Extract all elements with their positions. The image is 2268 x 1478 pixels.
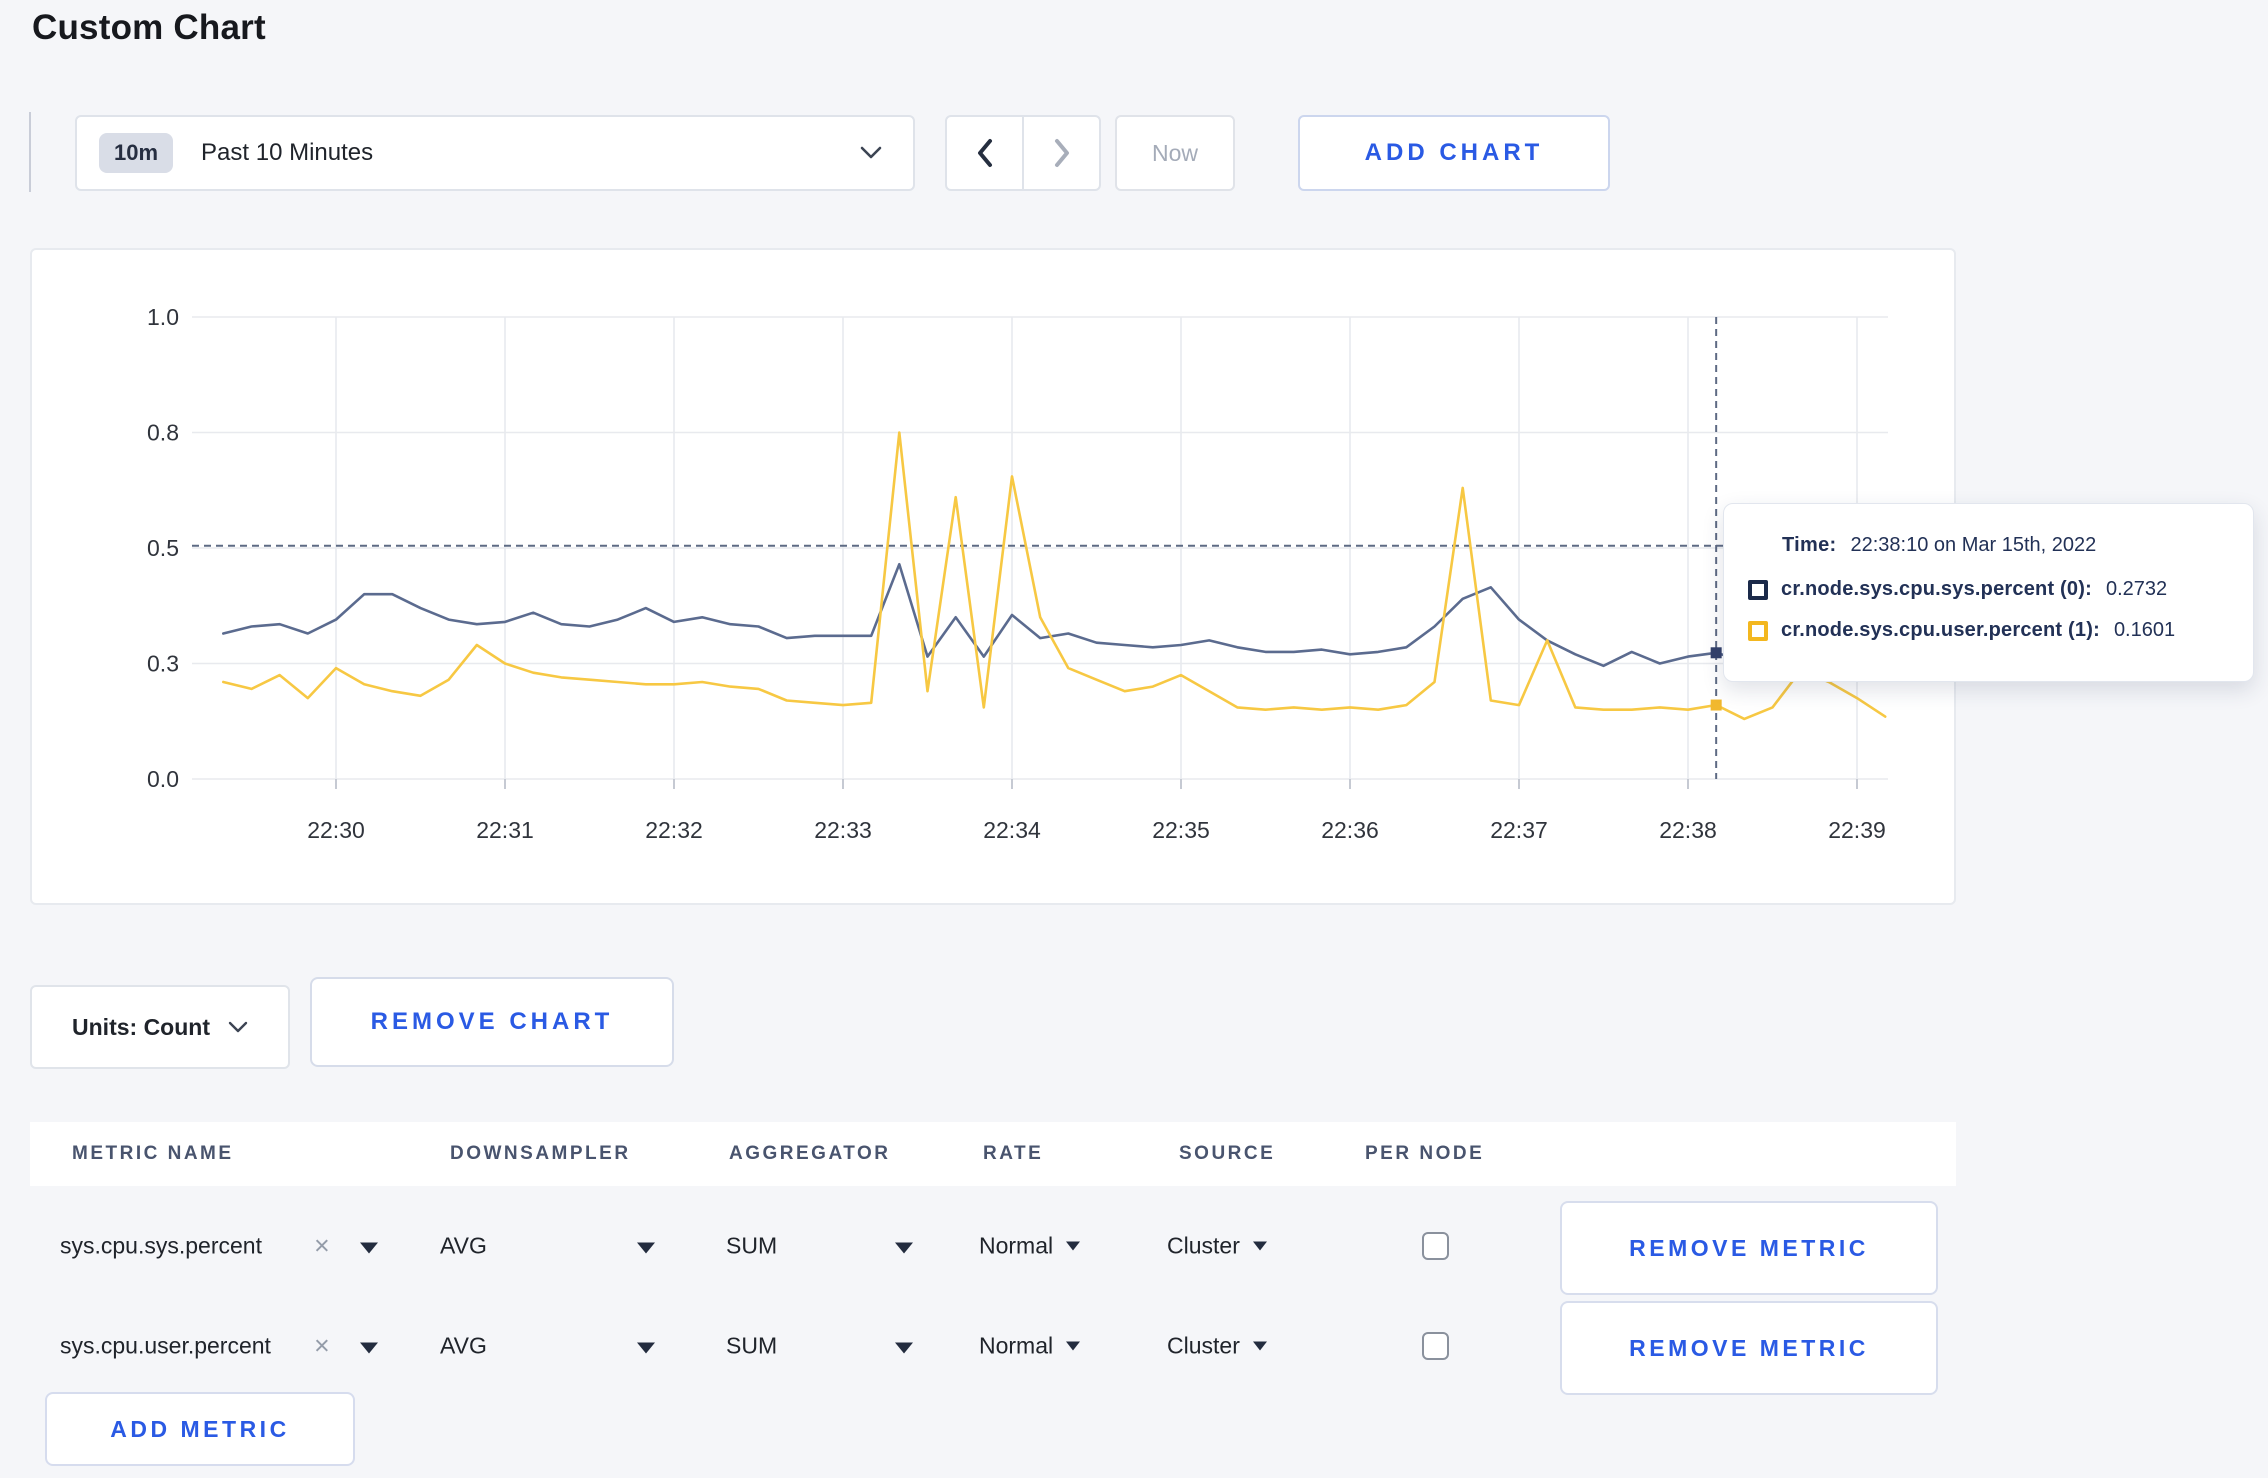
chevron-right-icon <box>1054 139 1069 167</box>
chevron-down-icon <box>228 1021 248 1032</box>
x-tick-label: 22:31 <box>476 817 534 843</box>
crosshair-point-marker <box>1710 647 1722 659</box>
downsampler-select[interactable]: AVG <box>440 1333 487 1360</box>
column-header-per-node: PER NODE <box>1365 1143 1485 1164</box>
metric-row: sys.cpu.user.percent × AVG SUM Normal Cl… <box>30 1299 1956 1395</box>
x-tick-label: 22:37 <box>1490 817 1548 843</box>
column-header-metric-name: METRIC NAME <box>72 1143 234 1164</box>
chart-svg[interactable]: 0.0 0.3 0.5 0.8 1.0 22:30 22:31 22:32 22:33 22:34… <box>32 250 1954 903</box>
x-tick-label: 22:36 <box>1321 817 1379 843</box>
y-tick-label: 0.3 <box>147 651 179 677</box>
chevron-down-icon <box>860 146 882 159</box>
remove-metric-button[interactable]: REMOVE METRIC <box>1560 1301 1938 1395</box>
remove-metric-button[interactable]: REMOVE METRIC <box>1560 1201 1938 1295</box>
chart-tooltip: Time: 22:38:10 on Mar 15th, 2022 cr.node… <box>1723 503 2254 682</box>
triangle-down-icon <box>1066 1241 1081 1251</box>
column-header-source: SOURCE <box>1179 1143 1276 1164</box>
units-label: Units: Count <box>72 1013 210 1040</box>
units-dropdown[interactable]: Units: Count <box>30 985 290 1069</box>
source-value: Cluster <box>1167 1232 1240 1259</box>
tooltip-time-label: Time: <box>1782 534 1837 556</box>
prev-time-button[interactable] <box>947 117 1022 189</box>
page-title: Custom Chart <box>32 8 266 47</box>
next-time-button[interactable] <box>1022 117 1099 189</box>
source-select[interactable]: Cluster <box>1167 1233 1267 1260</box>
triangle-down-icon <box>895 1242 913 1254</box>
triangle-down-icon <box>1252 1341 1267 1351</box>
rate-value: Normal <box>979 1332 1054 1359</box>
crosshair-point-marker <box>1710 699 1722 711</box>
triangle-down-icon <box>1252 1241 1267 1251</box>
x-tick-label: 22:34 <box>983 817 1041 843</box>
downsampler-dropdown[interactable] <box>637 1333 655 1360</box>
add-metric-button[interactable]: ADD METRIC <box>45 1392 355 1466</box>
toolbar-divider <box>29 112 31 192</box>
rate-select[interactable]: Normal <box>979 1332 1081 1360</box>
column-header-downsampler: DOWNSAMPLER <box>450 1143 631 1164</box>
y-tick-label: 0.0 <box>147 766 179 792</box>
x-tick-label: 22:32 <box>645 817 703 843</box>
per-node-checkbox[interactable] <box>1422 1332 1449 1360</box>
x-tick-label: 22:35 <box>1152 817 1210 843</box>
downsampler-dropdown[interactable] <box>637 1233 655 1260</box>
column-header-rate: RATE <box>983 1143 1044 1164</box>
metric-name-dropdown[interactable] <box>360 1333 378 1360</box>
series-line-user-percent <box>222 431 1887 721</box>
time-range-label: Past 10 Minutes <box>201 139 374 166</box>
rate-value: Normal <box>979 1232 1054 1259</box>
time-range-dropdown[interactable]: 10m Past 10 Minutes <box>75 115 915 191</box>
metric-name: sys.cpu.sys.percent <box>60 1232 262 1259</box>
metric-name: sys.cpu.user.percent <box>60 1332 271 1359</box>
clear-metric-icon[interactable]: × <box>314 1331 330 1362</box>
per-node-checkbox[interactable] <box>1422 1232 1449 1260</box>
source-value: Cluster <box>1167 1332 1240 1359</box>
time-range-badge: 10m <box>99 133 174 173</box>
downsampler-select[interactable]: AVG <box>440 1233 487 1260</box>
chevron-left-icon <box>977 139 992 167</box>
tooltip-series-name: cr.node.sys.cpu.user.percent (1): <box>1781 619 2100 641</box>
y-tick-label: 1.0 <box>147 304 179 330</box>
tooltip-series-value: 0.1601 <box>2113 619 2176 641</box>
triangle-down-icon <box>360 1242 378 1254</box>
metric-row: sys.cpu.sys.percent × AVG SUM Normal Clu… <box>30 1199 1956 1295</box>
series-sys-legend-swatch-icon <box>1748 579 1768 600</box>
x-tick-label: 22:39 <box>1828 817 1886 843</box>
x-tick-label: 22:38 <box>1659 817 1717 843</box>
aggregator-dropdown[interactable] <box>895 1333 913 1360</box>
column-header-aggregator: AGGREGATOR <box>729 1143 891 1164</box>
y-tick-label: 0.5 <box>147 535 179 561</box>
metrics-table-header: METRIC NAME DOWNSAMPLER AGGREGATOR RATE … <box>30 1122 1956 1186</box>
triangle-down-icon <box>360 1342 378 1354</box>
aggregator-dropdown[interactable] <box>895 1233 913 1260</box>
triangle-down-icon <box>1066 1341 1081 1351</box>
tooltip-series-name: cr.node.sys.cpu.sys.percent (0): <box>1781 578 2092 600</box>
aggregator-select[interactable]: SUM <box>726 1233 777 1260</box>
chart-card: 0.0 0.3 0.5 0.8 1.0 22:30 22:31 22:32 22:33 22:34… <box>30 248 1956 905</box>
time-nav-group <box>945 115 1101 191</box>
now-button[interactable]: Now <box>1115 115 1235 191</box>
aggregator-select[interactable]: SUM <box>726 1333 777 1360</box>
triangle-down-icon <box>637 1242 655 1254</box>
rate-select[interactable]: Normal <box>979 1232 1081 1260</box>
y-tick-label: 0.8 <box>147 420 179 446</box>
clear-metric-icon[interactable]: × <box>314 1231 330 1262</box>
series-user-legend-swatch-icon <box>1748 620 1768 641</box>
x-tick-label: 22:33 <box>814 817 872 843</box>
remove-chart-button[interactable]: REMOVE CHART <box>310 977 674 1067</box>
tooltip-time-value: 22:38:10 on Mar 15th, 2022 <box>1850 534 2097 556</box>
triangle-down-icon <box>637 1342 655 1354</box>
metric-name-dropdown[interactable] <box>360 1233 378 1260</box>
add-chart-button[interactable]: ADD CHART <box>1298 115 1610 191</box>
x-tick-label: 22:30 <box>307 817 365 843</box>
source-select[interactable]: Cluster <box>1167 1333 1267 1360</box>
triangle-down-icon <box>895 1342 913 1354</box>
custom-chart-page: Custom Chart 10m Past 10 Minutes Now ADD… <box>0 0 2268 1478</box>
tooltip-series-value: 0.2732 <box>2105 578 2168 600</box>
